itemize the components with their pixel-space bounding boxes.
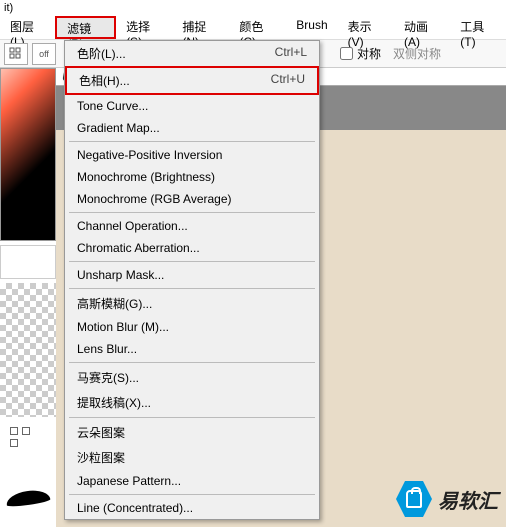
- symmetry-label: 对称: [357, 45, 381, 62]
- dropdown-separator: [69, 494, 315, 495]
- filter-item-2-1[interactable]: Chromatic Aberration...: [65, 237, 319, 259]
- brush-shape-icon: [5, 488, 51, 508]
- toolbar-grid-btn[interactable]: [4, 43, 28, 65]
- brush-preview: [0, 469, 56, 527]
- dropdown-separator: [69, 261, 315, 262]
- transparency-checker: [0, 283, 56, 417]
- side-panel: [0, 68, 56, 527]
- filter-item-0-3[interactable]: Gradient Map...: [65, 117, 319, 139]
- filter-item-6-2[interactable]: Japanese Pattern...: [65, 470, 319, 492]
- menu-1[interactable]: 滤镜(R): [55, 16, 116, 39]
- filter-item-7-0[interactable]: Line (Concentrated)...: [65, 497, 319, 519]
- dropdown-separator: [69, 362, 315, 363]
- menu-8[interactable]: 工具(T): [450, 16, 506, 39]
- dropdown-separator: [69, 212, 315, 213]
- dropdown-separator: [69, 141, 315, 142]
- swatch-grid[interactable]: [8, 425, 38, 449]
- filter-item-6-1[interactable]: 沙粒图案: [65, 445, 319, 470]
- menu-7[interactable]: 动画(A): [394, 16, 450, 39]
- filter-item-1-0[interactable]: Negative-Positive Inversion: [65, 144, 319, 166]
- filter-dropdown: 色阶(L)...Ctrl+L色相(H)...Ctrl+UTone Curve..…: [64, 40, 320, 520]
- filter-item-0-0[interactable]: 色阶(L)...Ctrl+L: [65, 41, 319, 66]
- dropdown-separator: [69, 288, 315, 289]
- color-picker[interactable]: [0, 68, 56, 241]
- menu-2[interactable]: 选择(S): [116, 16, 172, 39]
- filter-item-5-1[interactable]: 提取线稿(X)...: [65, 390, 319, 415]
- filter-item-1-2[interactable]: Monochrome (RGB Average): [65, 188, 319, 210]
- symmetry-mode: 双侧对称: [393, 45, 441, 62]
- symmetry-checkbox[interactable]: [340, 47, 353, 60]
- menubar: 图层(L)滤镜(R)选择(S)捕捉(N)颜色(C)Brush表示(V)动画(A)…: [0, 16, 506, 40]
- filter-item-4-0[interactable]: 高斯模糊(G)...: [65, 291, 319, 316]
- toolbar-off-btn[interactable]: off: [32, 43, 56, 65]
- swatch-area[interactable]: [0, 245, 56, 280]
- menu-0[interactable]: 图层(L): [0, 16, 55, 39]
- logo-hex-icon: [396, 479, 432, 519]
- filter-item-4-1[interactable]: Motion Blur (M)...: [65, 316, 319, 338]
- dropdown-separator: [69, 417, 315, 418]
- menu-3[interactable]: 捕捉(N): [172, 16, 229, 39]
- filter-item-1-1[interactable]: Monochrome (Brightness): [65, 166, 319, 188]
- filter-item-3-0[interactable]: Unsharp Mask...: [65, 264, 319, 286]
- filter-item-0-1[interactable]: 色相(H)...Ctrl+U: [65, 66, 319, 95]
- menu-4[interactable]: 颜色(C): [229, 16, 286, 39]
- filter-item-4-2[interactable]: Lens Blur...: [65, 338, 319, 360]
- menu-6[interactable]: 表示(V): [338, 16, 394, 39]
- symmetry-controls: 对称 双侧对称: [340, 45, 441, 62]
- menu-5[interactable]: Brush: [286, 16, 337, 39]
- filter-item-5-0[interactable]: 马赛克(S)...: [65, 365, 319, 390]
- filter-item-6-0[interactable]: 云朵图案: [65, 420, 319, 445]
- logo-text: 易软汇: [438, 485, 498, 514]
- filter-item-0-2[interactable]: Tone Curve...: [65, 95, 319, 117]
- window-title: it): [0, 0, 506, 16]
- filter-item-2-0[interactable]: Channel Operation...: [65, 215, 319, 237]
- watermark-logo: 易软汇: [396, 479, 498, 519]
